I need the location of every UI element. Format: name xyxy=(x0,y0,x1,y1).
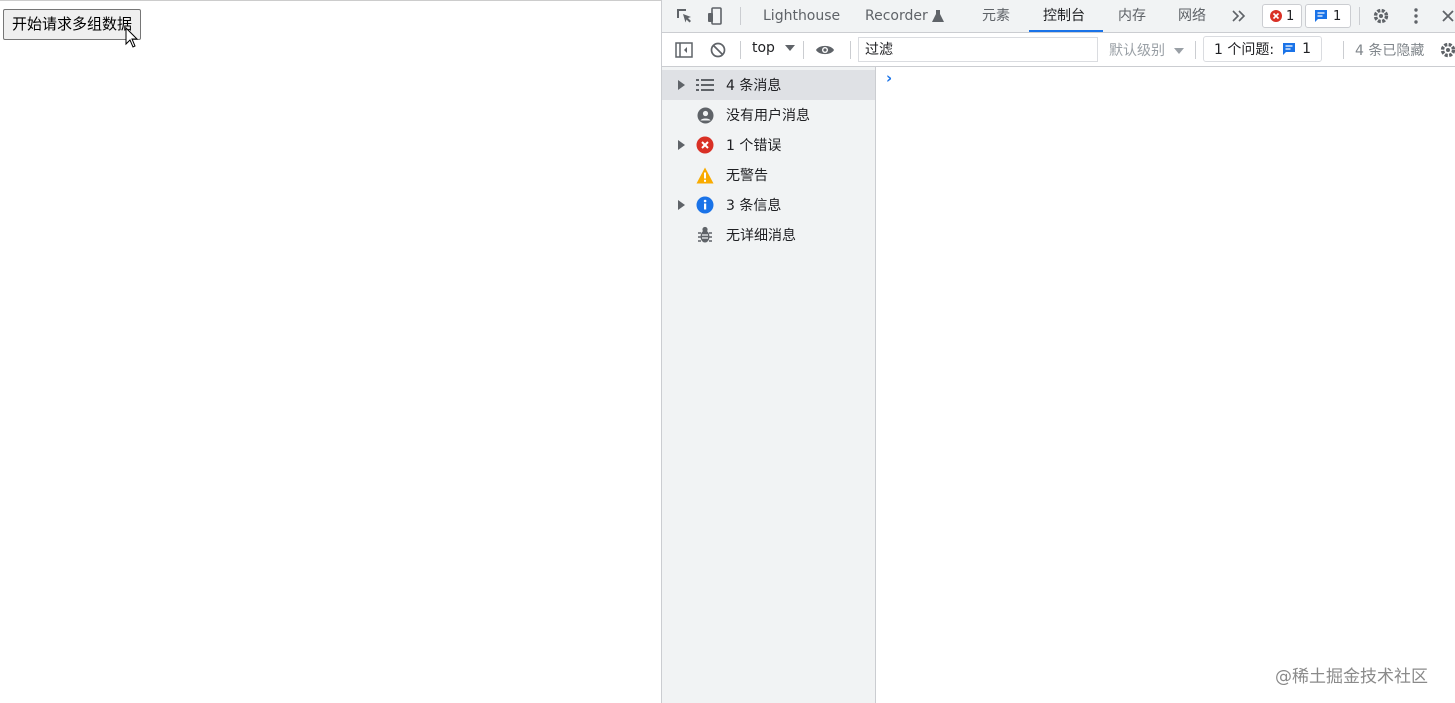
divider xyxy=(850,41,851,59)
sidebar-item-label: 4 条消息 xyxy=(726,78,782,94)
sidebar-item-label: 3 条信息 xyxy=(726,198,782,214)
divider xyxy=(740,7,741,25)
tab-elements[interactable]: 元素 xyxy=(982,0,1010,32)
divider xyxy=(803,41,804,59)
tab-lighthouse[interactable]: Lighthouse xyxy=(763,0,840,32)
live-expression-eye-icon[interactable] xyxy=(815,40,835,60)
expand-arrow-icon[interactable] xyxy=(678,80,685,90)
divider xyxy=(1195,41,1196,59)
hidden-messages-count: 4 条已隐藏 xyxy=(1355,43,1425,59)
settings-icon[interactable] xyxy=(1371,6,1391,26)
issues-count: 1 xyxy=(1302,41,1311,57)
more-tabs-icon[interactable] xyxy=(1229,6,1249,26)
list-icon xyxy=(696,76,714,94)
more-options-icon[interactable] xyxy=(1406,6,1426,26)
warning-icon xyxy=(696,166,714,184)
message-icon xyxy=(1315,10,1327,22)
error-icon xyxy=(1270,10,1282,22)
sidebar-item-label: 无详细消息 xyxy=(726,228,796,244)
start-request-button[interactable]: 开始请求多组数据 xyxy=(3,9,142,40)
error-count: 1 xyxy=(1286,8,1295,24)
log-levels-label: 默认级别 xyxy=(1109,43,1165,59)
log-levels-dropdown[interactable]: 默认级别 xyxy=(1109,40,1185,60)
chevron-down-icon xyxy=(785,45,796,51)
context-label: top xyxy=(752,40,775,56)
device-toolbar-icon[interactable] xyxy=(706,6,726,26)
devtools-panel: Lighthouse Recorder 元素 控制台 内存 网络 1 1 top… xyxy=(661,0,1455,703)
watermark: @稀土掘金技术社区 xyxy=(1275,667,1428,687)
tab-recorder[interactable]: Recorder xyxy=(865,0,928,32)
divider xyxy=(740,41,741,59)
console-settings-icon[interactable] xyxy=(1438,40,1455,60)
sidebar-item-verbose[interactable]: 无详细消息 xyxy=(662,220,875,250)
flask-icon xyxy=(928,6,948,26)
console-sidebar: 4 条消息 没有用户消息 1 个错误 无警告 3 条信息 无详细消息 xyxy=(662,67,876,703)
web-page: 开始请求多组数据 xyxy=(0,0,661,703)
sidebar-item-errors[interactable]: 1 个错误 xyxy=(662,130,875,160)
info-icon xyxy=(696,196,714,214)
inspect-element-icon[interactable] xyxy=(674,6,694,26)
clear-console-icon[interactable] xyxy=(708,40,728,60)
mouse-cursor-icon xyxy=(125,27,139,48)
divider xyxy=(1343,41,1344,59)
sidebar-item-info[interactable]: 3 条信息 xyxy=(662,190,875,220)
expand-arrow-icon[interactable] xyxy=(678,200,685,210)
filter-input[interactable] xyxy=(858,37,1098,62)
show-sidebar-icon[interactable] xyxy=(674,40,694,60)
active-tab-indicator xyxy=(1029,30,1103,32)
tab-console[interactable]: 控制台 xyxy=(1043,0,1085,32)
user-icon xyxy=(696,106,714,124)
sidebar-item-label: 无警告 xyxy=(726,168,768,184)
console-toolbar: top 默认级别 1 个问题: 1 4 条已隐藏 xyxy=(662,33,1455,67)
console-output[interactable]: › xyxy=(876,67,1455,703)
bug-icon xyxy=(696,226,714,244)
expand-arrow-icon[interactable] xyxy=(678,140,685,150)
sidebar-item-messages[interactable]: 4 条消息 xyxy=(662,70,875,100)
close-devtools-icon[interactable] xyxy=(1438,6,1455,26)
devtools-tabbar: Lighthouse Recorder 元素 控制台 内存 网络 1 1 xyxy=(662,0,1455,33)
issues-button[interactable]: 1 个问题: 1 xyxy=(1203,36,1322,62)
issues-label: 1 个问题: xyxy=(1214,42,1275,58)
message-icon xyxy=(1283,43,1296,55)
tab-memory[interactable]: 内存 xyxy=(1118,0,1146,32)
tab-network[interactable]: 网络 xyxy=(1178,0,1206,32)
context-selector[interactable]: top xyxy=(752,40,796,56)
error-icon xyxy=(696,136,714,154)
message-count-badge[interactable]: 1 xyxy=(1305,4,1351,28)
divider xyxy=(1359,7,1360,25)
sidebar-item-label: 没有用户消息 xyxy=(726,108,810,124)
sidebar-item-user-messages[interactable]: 没有用户消息 xyxy=(662,100,875,130)
chevron-down-icon xyxy=(1174,48,1185,54)
message-count: 1 xyxy=(1333,8,1342,24)
sidebar-item-label: 1 个错误 xyxy=(726,138,782,154)
error-count-badge[interactable]: 1 xyxy=(1262,4,1302,28)
sidebar-item-warnings[interactable]: 无警告 xyxy=(662,160,875,190)
console-prompt-icon[interactable]: › xyxy=(886,69,892,87)
